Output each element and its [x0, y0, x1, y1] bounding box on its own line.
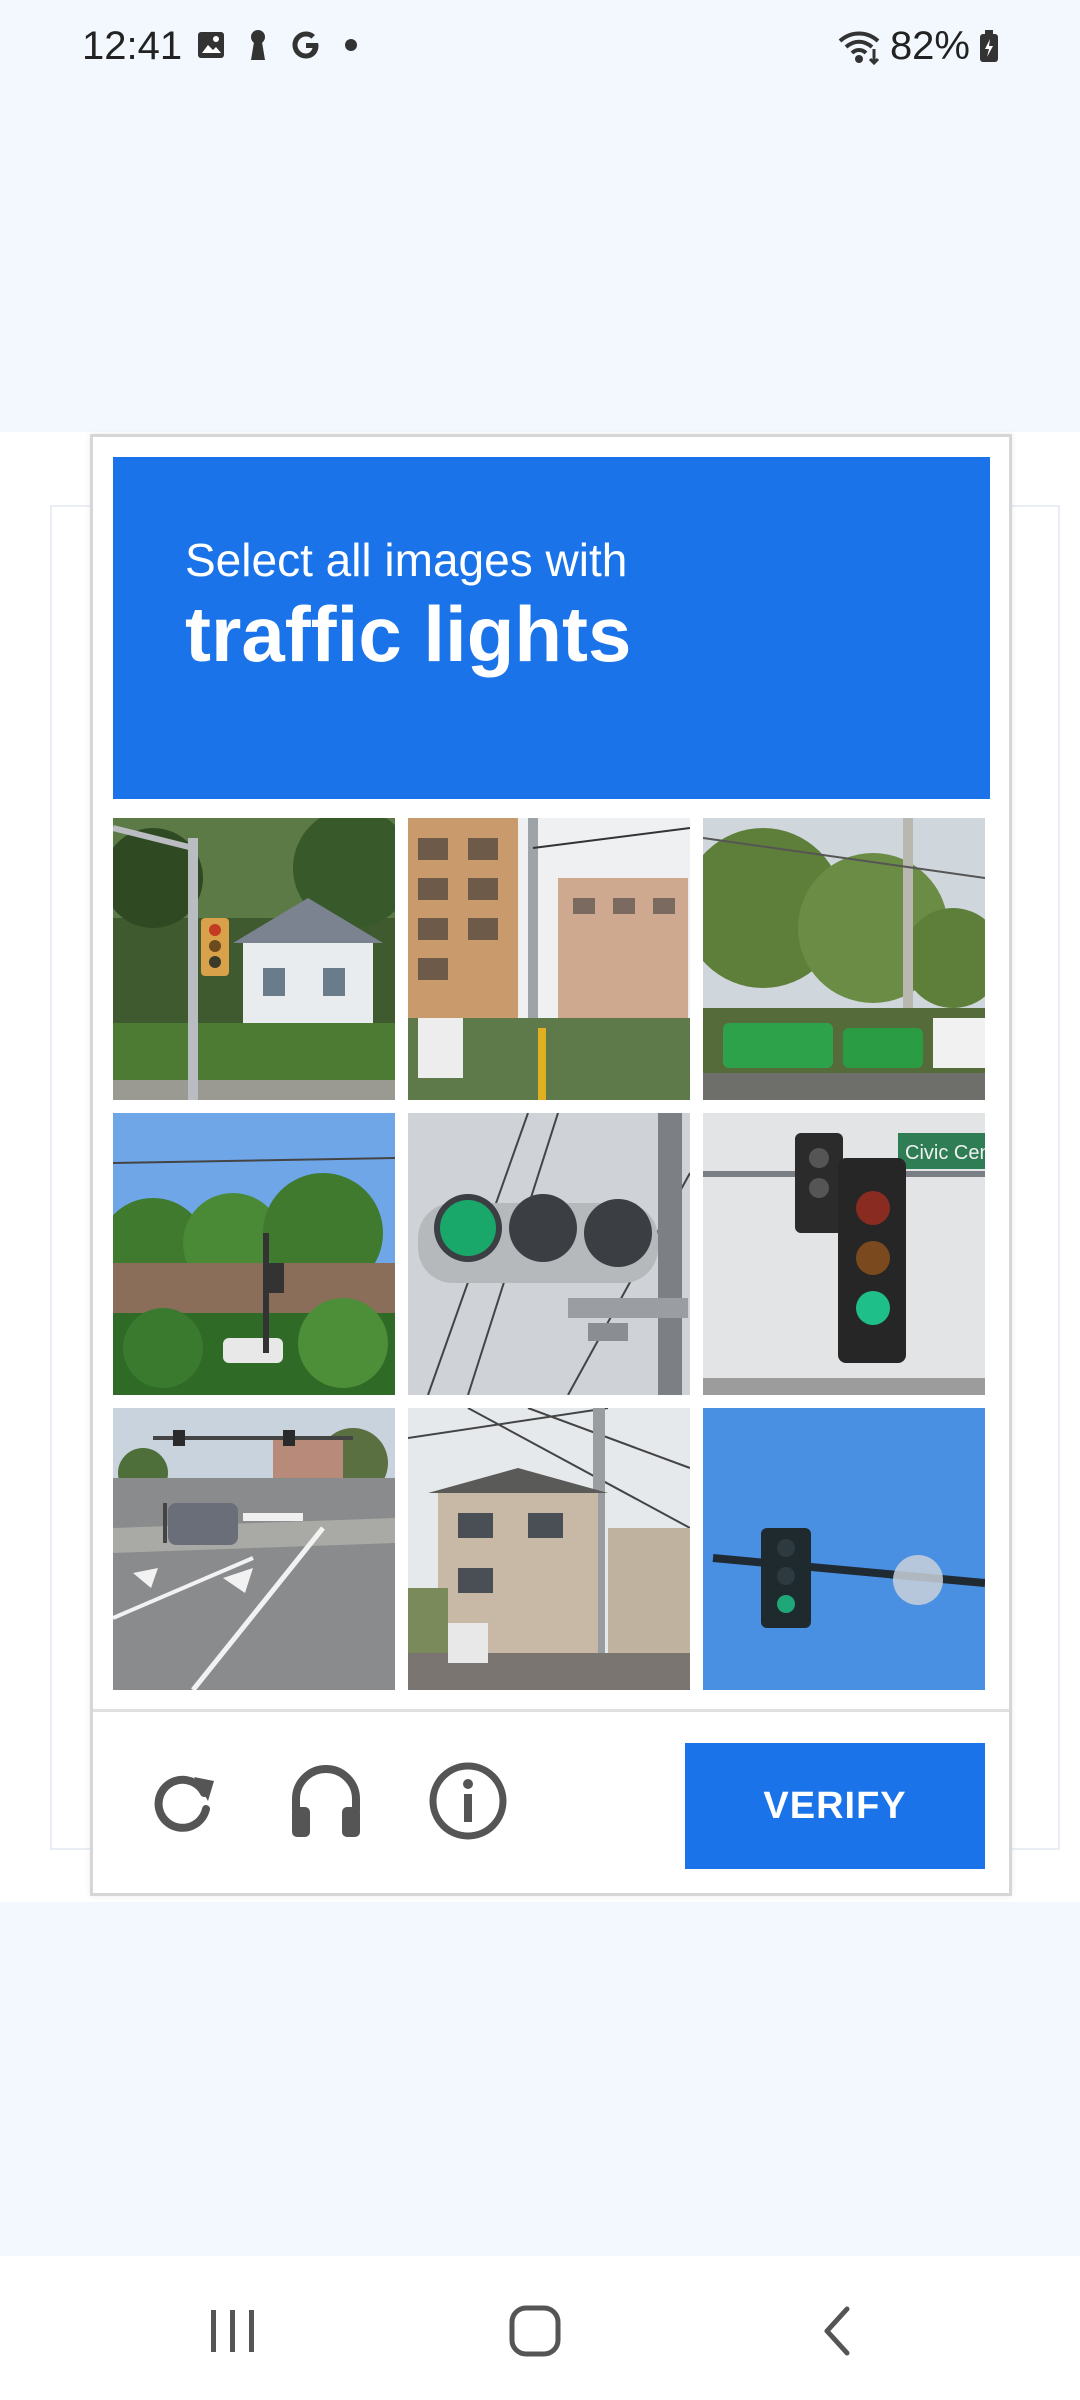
prompt-target: traffic lights [185, 590, 632, 679]
info-icon [429, 1762, 507, 1840]
recents-icon [211, 2310, 254, 2352]
image-tile-8[interactable] [408, 1408, 690, 1690]
status-right: 82% [836, 24, 1000, 69]
home-button[interactable] [490, 2296, 580, 2366]
image-tile-7[interactable] [113, 1408, 395, 1690]
keyhole-icon [251, 30, 265, 60]
navigation-bar [0, 2256, 1080, 2400]
image-tile-9[interactable] [703, 1408, 985, 1690]
street-sign-text: Civic Cen [905, 1142, 985, 1164]
wifi-icon [838, 31, 880, 65]
captcha-prompt: Select all images with traffic lights [113, 457, 990, 799]
image-grid: Civic Cen [113, 818, 990, 1690]
recents-button[interactable] [188, 2296, 278, 2366]
dot-icon [345, 39, 357, 51]
prompt-instruction: Select all images with [185, 534, 628, 586]
status-time: 12:41 [82, 24, 183, 68]
reload-icon [154, 1775, 214, 1832]
image-tile-6[interactable]: Civic Cen [703, 1113, 985, 1395]
battery-icon [980, 29, 998, 62]
google-icon [292, 31, 319, 59]
status-bar: 12:41 82% [0, 0, 1080, 100]
battery-percent: 82% [889, 24, 970, 68]
image-tile-3[interactable] [703, 818, 985, 1100]
verify-button[interactable]: VERIFY [685, 1743, 985, 1869]
image-tile-1[interactable] [113, 818, 395, 1100]
headphones-icon [292, 1765, 360, 1837]
audio-challenge-button[interactable] [283, 1758, 369, 1844]
notification-icons [196, 28, 358, 62]
info-button[interactable] [425, 1758, 511, 1844]
gallery-icon [198, 32, 224, 58]
image-tile-4[interactable] [113, 1113, 395, 1395]
back-icon [824, 2306, 850, 2356]
home-icon [509, 2305, 561, 2357]
back-button[interactable] [792, 2296, 882, 2366]
image-tile-2[interactable] [408, 818, 690, 1100]
captcha-challenge: Select all images with traffic lights Ci… [90, 434, 1012, 1896]
reload-button[interactable] [141, 1758, 227, 1844]
image-tile-5[interactable] [408, 1113, 690, 1395]
